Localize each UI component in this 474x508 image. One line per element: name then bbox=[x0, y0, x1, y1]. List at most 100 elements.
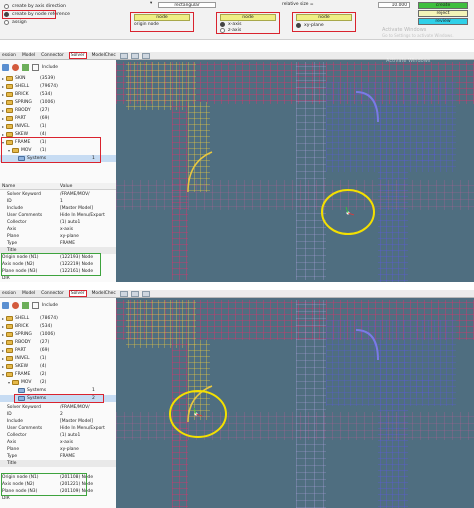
radio-icon bbox=[4, 4, 9, 9]
tree-item-spring[interactable]: ▸ SPRING (1006) bbox=[0, 99, 116, 106]
tab-solver[interactable]: Solver bbox=[68, 290, 87, 297]
properties-header: Name Value bbox=[0, 183, 116, 190]
reject-button[interactable]: reject bbox=[418, 10, 468, 17]
view-icon[interactable] bbox=[142, 291, 150, 297]
frame-create-panel: create by axis direction create by node … bbox=[0, 0, 474, 40]
folder-icon bbox=[12, 380, 19, 385]
dropdown-arrow-icon[interactable]: ▾ bbox=[150, 1, 152, 6]
prop-title: Title bbox=[0, 460, 116, 467]
tab-session[interactable]: ession bbox=[1, 52, 17, 59]
view-icon[interactable] bbox=[131, 291, 139, 297]
stop-icon[interactable] bbox=[12, 63, 19, 71]
show-icon[interactable] bbox=[22, 301, 29, 309]
folder-icon bbox=[6, 100, 13, 105]
tree-item-brick[interactable]: ▸ BRICK (534) bbox=[0, 91, 116, 98]
folder-icon bbox=[6, 116, 13, 121]
tree-item-part[interactable]: ▸ PART (69) bbox=[0, 347, 116, 354]
prop-type[interactable]: Type FRAME bbox=[0, 240, 116, 247]
prop-id[interactable]: ID 1 bbox=[0, 198, 116, 205]
graphics-viewport[interactable]: Activate Windows bbox=[116, 52, 474, 282]
show-icon[interactable] bbox=[22, 63, 29, 71]
folder-icon bbox=[6, 348, 13, 353]
prop-user-comments[interactable]: User Comments Hide In Menu/Export bbox=[0, 425, 116, 432]
radio-assign[interactable]: assign bbox=[4, 19, 27, 26]
prop-plane[interactable]: Plane xy-plane bbox=[0, 446, 116, 453]
review-button[interactable]: review bbox=[418, 18, 468, 25]
prop-id[interactable]: ID 2 bbox=[0, 411, 116, 418]
coordinate-type-select[interactable]: rectangular bbox=[158, 2, 216, 8]
include-label: Include bbox=[42, 64, 58, 70]
tree-item-systems-1[interactable]: Systems 1 bbox=[0, 387, 116, 394]
highlight-box-node-refs bbox=[1, 473, 87, 496]
system-icon bbox=[18, 388, 25, 393]
tree-item-brick[interactable]: ▸ BRICK (534) bbox=[0, 323, 116, 330]
fe-mesh-view-1 bbox=[116, 60, 474, 282]
browser-tabs: ession Model Connector Solver ModelCheck… bbox=[0, 290, 123, 298]
prop-include[interactable]: Include [Master Model] bbox=[0, 418, 116, 425]
tree-item-mov[interactable]: ▾ MOV (2) bbox=[0, 379, 116, 386]
tree-item-part[interactable]: ▸ PART (69) bbox=[0, 115, 116, 122]
relative-size-input[interactable]: 10.000 bbox=[378, 2, 410, 8]
prop-axis[interactable]: Axis x-axis bbox=[0, 439, 116, 446]
tree-item-rbody[interactable]: ▸ RBODY (27) bbox=[0, 107, 116, 114]
include-label: Include bbox=[42, 302, 58, 308]
tab-session[interactable]: ession bbox=[1, 290, 17, 297]
graphics-viewport[interactable] bbox=[116, 290, 474, 508]
prop-user-comments[interactable]: User Comments Hide In Menu/Export bbox=[0, 212, 116, 219]
tab-solver[interactable]: Solver bbox=[68, 52, 87, 59]
folder-icon bbox=[6, 324, 13, 329]
create-button[interactable]: create bbox=[418, 2, 468, 9]
highlight-box-frame-tree bbox=[1, 137, 101, 163]
view-icon[interactable] bbox=[131, 53, 139, 59]
tree-item-skin[interactable]: ▸ SKIN (3539) bbox=[0, 75, 116, 82]
folder-icon bbox=[6, 340, 13, 345]
highlight-box-axis bbox=[216, 12, 280, 34]
highlight-box-node-refs bbox=[1, 253, 101, 276]
tree-item-inivel[interactable]: ▸ INIVEL (1) bbox=[0, 123, 116, 130]
folder-icon bbox=[6, 372, 13, 377]
radio-icon bbox=[4, 20, 9, 25]
tree-item-frame[interactable]: ▾ FRAME (2) bbox=[0, 371, 116, 378]
tree-item-rbody[interactable]: ▸ RBODY (27) bbox=[0, 339, 116, 346]
view-icon[interactable] bbox=[142, 53, 150, 59]
folder-icon bbox=[6, 92, 13, 97]
filter-icon[interactable] bbox=[2, 301, 9, 309]
view-icon[interactable] bbox=[120, 291, 128, 297]
tab-model[interactable]: Model bbox=[21, 290, 36, 297]
highlight-box-mode bbox=[2, 10, 56, 19]
tree-item-skew[interactable]: ▸ SKEW (4) bbox=[0, 363, 116, 370]
prop-plane[interactable]: Plane xy-plane bbox=[0, 233, 116, 240]
pane-divider bbox=[0, 282, 474, 290]
tree-item-shell[interactable]: ▸ SHELL (79674) bbox=[0, 83, 116, 90]
checkbox-icon[interactable] bbox=[32, 63, 39, 71]
highlight-box-plane bbox=[292, 12, 356, 32]
browser-tabs: ession Model Connector Solver ModelCheck… bbox=[0, 52, 123, 60]
prop-collector[interactable]: Collector (1) auto1 bbox=[0, 432, 116, 439]
folder-icon bbox=[6, 364, 13, 369]
stop-icon[interactable] bbox=[12, 301, 19, 309]
tab-connector[interactable]: Connector bbox=[40, 52, 65, 59]
browser-toolbar: Include bbox=[0, 61, 116, 73]
tree-item-inivel[interactable]: ▸ INIVEL (1) bbox=[0, 355, 116, 362]
checkbox-icon[interactable] bbox=[32, 301, 39, 309]
view-icon[interactable] bbox=[120, 53, 128, 59]
browser-toolbar: Include bbox=[0, 299, 116, 311]
prop-axis[interactable]: Axis x-axis bbox=[0, 226, 116, 233]
activate-windows-hint: Go to Settings to activate Windows. bbox=[382, 33, 454, 38]
relative-size-label: relative size = bbox=[282, 2, 314, 7]
prop-collector[interactable]: Collector (1) auto1 bbox=[0, 219, 116, 226]
filter-icon[interactable] bbox=[2, 63, 9, 71]
tab-model[interactable]: Model bbox=[21, 52, 36, 59]
screenshot-pane-first-frame: ession Model Connector Solver ModelCheck… bbox=[0, 52, 474, 282]
folder-icon bbox=[6, 332, 13, 337]
tree-item-spring[interactable]: ▸ SPRING (1006) bbox=[0, 331, 116, 338]
folder-icon bbox=[6, 316, 13, 321]
prop-type[interactable]: Type FRAME bbox=[0, 453, 116, 460]
prop-include[interactable]: Include [Master Model] bbox=[0, 205, 116, 212]
tab-connector[interactable]: Connector bbox=[40, 290, 65, 297]
folder-icon bbox=[6, 84, 13, 89]
tree-item-shell[interactable]: ▸ SHELL (78674) bbox=[0, 315, 116, 322]
viewport-toolbar bbox=[116, 290, 474, 298]
radio-create-by-axis-direction[interactable]: create by axis direction bbox=[4, 3, 66, 10]
folder-icon bbox=[6, 76, 13, 81]
